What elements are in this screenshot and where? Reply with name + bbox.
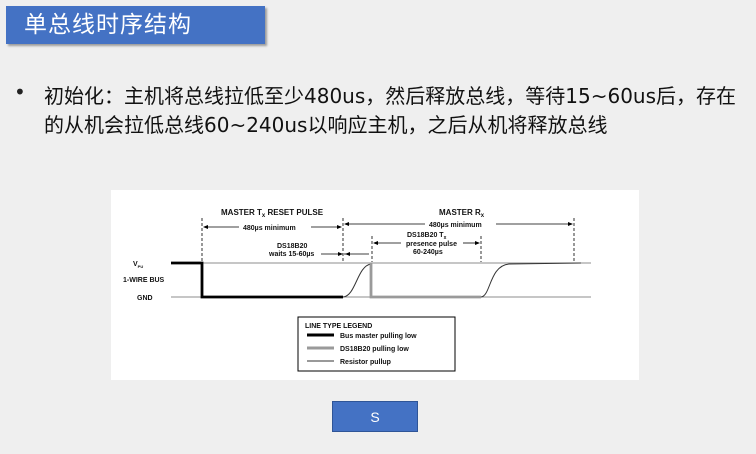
- arrow-wait-back-head: [345, 252, 350, 256]
- vpu-label: VPU: [133, 261, 143, 269]
- ds-wait-label-1: DS18B20: [277, 243, 307, 250]
- slide-title: 单总线时序结构: [24, 12, 192, 38]
- waveform-slave-low: [369, 263, 481, 299]
- ds-wait-label-2: waits 15-60µs: [268, 251, 314, 258]
- legend-item-slave: DS18B20 pulling low: [340, 346, 409, 353]
- arrow-wait-head: [338, 252, 343, 256]
- legend-item-master: Bus master pulling low: [340, 333, 417, 340]
- arrow-presence-left-head: [373, 241, 378, 245]
- master-rx-min: 480µs minimum: [429, 222, 482, 229]
- gnd-label: GND: [137, 295, 153, 302]
- ds-presence-label-2: 60-240µs: [413, 249, 443, 256]
- waveform-pullup-2: [480, 262, 582, 298]
- arrow-rx-right-head: [568, 222, 573, 226]
- arrow-tx-right-head: [337, 225, 342, 229]
- s-button[interactable]: S: [332, 401, 418, 432]
- legend-item-pullup: Resistor pullup: [340, 359, 391, 366]
- arrow-presence-right-head: [475, 241, 480, 245]
- ds-tx-label: DS18B20 Tx: [407, 232, 447, 241]
- timing-diagram: MASTER Tx RESET PULSE MASTER Rx 480µs mi…: [111, 190, 639, 380]
- master-rx-label: MASTER Rx: [439, 208, 485, 219]
- bus-label: 1-WIRE BUS: [123, 277, 165, 284]
- arrow-tx-left-head: [203, 225, 208, 229]
- slide-title-bar: 单总线时序结构: [6, 6, 265, 44]
- waveform-master-low: [171, 261, 343, 299]
- ds-presence-label-1: presence pulse: [406, 241, 457, 248]
- master-tx-label: MASTER Tx RESET PULSE: [221, 208, 324, 219]
- bullet-icon: •: [14, 80, 26, 104]
- master-tx-min: 480µs minimum: [243, 225, 296, 232]
- timing-diagram-svg: MASTER Tx RESET PULSE MASTER Rx 480µs mi…: [123, 208, 591, 372]
- legend-title: LINE TYPE LEGEND: [305, 323, 372, 330]
- waveform-pullup-1: [342, 263, 372, 298]
- arrow-rx-left-head: [344, 222, 349, 226]
- bullet-text: 初始化：主机将总线拉低至少480us，然后释放总线，等待15~60us后，存在的…: [44, 84, 737, 137]
